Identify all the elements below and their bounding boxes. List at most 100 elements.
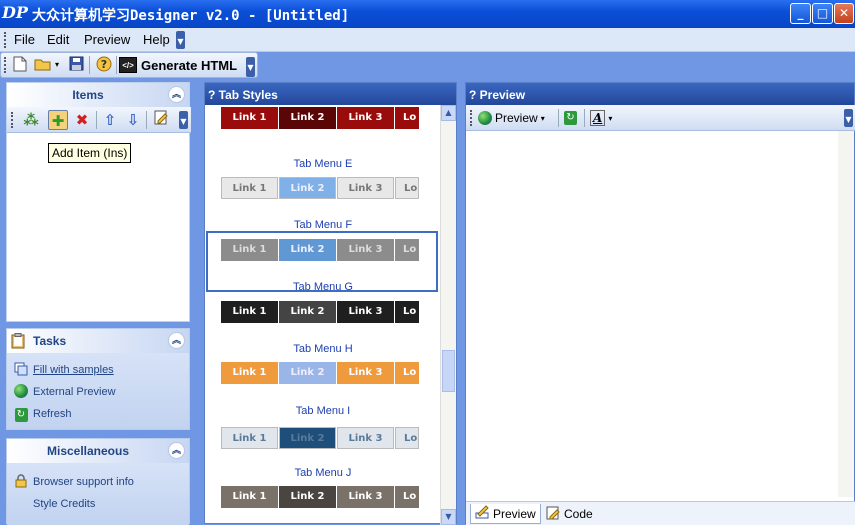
menu-edit[interactable]: Edit xyxy=(47,32,69,47)
tab-style-link: Link 1 xyxy=(221,107,278,129)
tab-style-caption[interactable]: Tab Menu H xyxy=(205,343,441,355)
refresh-button[interactable]: ↻ xyxy=(564,108,577,128)
tab-style-caption[interactable]: Tab Menu F xyxy=(205,219,441,231)
preview-toolbar-grip[interactable] xyxy=(470,110,473,126)
open-folder-icon[interactable] xyxy=(34,56,52,74)
tab-style-caption[interactable]: Tab Menu I xyxy=(205,405,441,417)
generate-html-button[interactable]: </> Generate HTML xyxy=(119,54,237,76)
scroll-thumb[interactable] xyxy=(442,350,455,392)
minimize-button[interactable]: _ xyxy=(790,3,811,24)
misc-panel-title: Miscellaneous xyxy=(46,444,130,458)
maximize-button[interactable]: □ xyxy=(812,3,833,24)
external-preview-label: External Preview xyxy=(33,386,116,398)
tab-style-link: Link 3 xyxy=(337,427,394,449)
toolbar-overflow-chevron-icon[interactable]: ▼ xyxy=(246,57,255,77)
items-collapse-button[interactable]: ︽ xyxy=(168,86,185,103)
lock-icon xyxy=(13,473,29,491)
tab-styles-pane: ? Tab Styles Link 1 Link 2 Link 3 Lo Link 1L… xyxy=(204,82,457,525)
external-preview-link[interactable]: External Preview xyxy=(13,381,189,403)
preview-scrollbar[interactable] xyxy=(838,131,854,497)
tab-code[interactable]: Code xyxy=(542,504,597,524)
move-down-icon[interactable]: ⇩ xyxy=(123,110,143,130)
misc-collapse-button[interactable]: ︽ xyxy=(168,442,185,459)
close-button[interactable]: ✕ xyxy=(834,3,854,24)
preview-bottom-tabs: Preview Code xyxy=(466,501,855,525)
tab-style-row[interactable]: Link 1 Link 2 Link 3 Lo xyxy=(221,362,423,384)
preview-toolbar-overflow-chevron-icon[interactable]: ▼ xyxy=(844,109,853,127)
add-item-tooltip: Add Item (Ins) xyxy=(48,143,132,163)
preview-button-label: Preview xyxy=(495,111,538,125)
tab-style-caption[interactable]: Tab Menu E xyxy=(205,158,441,170)
font-button[interactable]: A ▾ xyxy=(590,108,612,128)
tab-style-row[interactable]: Link 1 Link 2 Link 3 Lo xyxy=(221,486,423,508)
move-up-icon[interactable]: ⇧ xyxy=(100,110,120,130)
preview-toolbar: Preview ▾ ↻ A ▾ ▼ xyxy=(466,105,855,131)
generate-html-icon: </> xyxy=(119,57,137,73)
add-child-item-icon[interactable]: ⁂ xyxy=(21,110,41,130)
items-panel: Items ︽ ⁂ ✚ ✖ ⇧ ⇩ ▼ xyxy=(6,82,191,322)
menu-preview[interactable]: Preview xyxy=(84,32,130,47)
misc-panel-header[interactable]: Miscellaneous ︽ xyxy=(7,439,189,463)
misc-panel: Miscellaneous ︽ Browser support info Sty… xyxy=(6,438,190,525)
save-icon[interactable] xyxy=(67,56,85,74)
tab-code-label: Code xyxy=(564,507,593,521)
items-toolbar-grip[interactable] xyxy=(11,112,14,128)
tab-style-link: Link 2 xyxy=(279,301,336,323)
refresh-link[interactable]: ↻ Refresh xyxy=(13,403,189,425)
tab-style-link: Lo xyxy=(395,107,419,129)
fill-with-samples-link[interactable]: Fill with samples xyxy=(13,359,189,381)
browser-support-link[interactable]: Browser support info xyxy=(13,471,189,493)
menu-overflow-chevron-icon[interactable]: ▼ xyxy=(176,31,185,49)
preview-canvas[interactable] xyxy=(466,131,839,499)
font-dropdown-icon: ▾ xyxy=(608,113,613,123)
delete-item-icon[interactable]: ✖ xyxy=(72,110,92,130)
tasks-clipboard-icon xyxy=(11,333,27,349)
items-toolbar-separator xyxy=(146,111,147,129)
tab-style-link: Link 3 xyxy=(337,107,394,129)
selected-style-highlight xyxy=(206,231,438,292)
tasks-collapse-button[interactable]: ︽ xyxy=(168,332,185,349)
fill-with-samples-label: Fill with samples xyxy=(33,364,114,376)
items-panel-header[interactable]: Items ︽ xyxy=(7,83,189,107)
tab-style-link: Link 3 xyxy=(337,301,394,323)
tab-style-link: Link 1 xyxy=(221,427,278,449)
tab-style-link: Link 3 xyxy=(337,177,394,199)
tab-style-row[interactable]: Link 1 Link 2 Link 3 Lo xyxy=(221,107,423,129)
tab-style-link: Link 3 xyxy=(337,362,394,384)
scroll-up-button[interactable]: ▲ xyxy=(441,105,456,121)
tab-preview[interactable]: Preview xyxy=(470,504,541,524)
tab-style-link: Link 1 xyxy=(221,486,278,508)
tab-style-link: Lo xyxy=(395,427,419,449)
preview-dropdown-button[interactable]: Preview ▾ xyxy=(478,108,545,128)
open-dropdown-icon[interactable]: ▾ xyxy=(52,56,62,74)
scroll-down-button[interactable]: ▼ xyxy=(441,509,456,525)
help-icon[interactable]: ? xyxy=(95,56,113,74)
tab-style-link: Link 1 xyxy=(221,177,278,199)
items-toolbar-overflow-chevron-icon[interactable]: ▼ xyxy=(179,111,188,129)
tab-style-link: Link 2 xyxy=(279,362,336,384)
window-title: 大众计算机学习Designer v2.0 - [Untitled] xyxy=(32,8,350,24)
preview-dropdown-icon: ▾ xyxy=(540,113,545,123)
toolbar-grip[interactable] xyxy=(4,57,7,73)
edit-item-icon[interactable] xyxy=(151,110,171,130)
menu-grip[interactable] xyxy=(4,32,7,48)
tab-preview-label: Preview xyxy=(493,506,536,521)
style-credits-link[interactable]: Style Credits xyxy=(13,493,189,515)
tab-style-caption[interactable]: Tab Menu J xyxy=(205,467,441,479)
tab-styles-list: Link 1 Link 2 Link 3 Lo Link 1 Link 2 Link 3 Lo… xyxy=(205,105,441,525)
tab-style-row[interactable]: Link 1 Link 2 Link 3 Lo xyxy=(221,177,423,199)
tab-styles-scrollbar[interactable]: ▲ ▼ xyxy=(440,105,456,525)
globe-icon xyxy=(13,383,29,401)
preview-toolbar-separator xyxy=(558,109,559,127)
tasks-panel-header[interactable]: Tasks ︽ xyxy=(7,329,189,353)
tab-style-row[interactable]: Link 1 Link 2 Link 3 Lo xyxy=(221,301,423,323)
tab-style-link: Lo xyxy=(395,486,419,508)
menu-help[interactable]: Help xyxy=(143,32,170,47)
tab-style-link: Link 1 xyxy=(221,362,278,384)
menu-file[interactable]: File xyxy=(14,32,35,47)
new-file-icon[interactable] xyxy=(11,56,29,74)
misc-list: Browser support info Style Credits xyxy=(7,463,189,525)
add-item-button[interactable]: ✚ xyxy=(48,110,68,130)
tasks-panel: Tasks ︽ Fill with samples External Previ… xyxy=(6,328,190,430)
tab-style-row[interactable]: Link 1 Link 2 Link 3 Lo xyxy=(221,427,423,449)
